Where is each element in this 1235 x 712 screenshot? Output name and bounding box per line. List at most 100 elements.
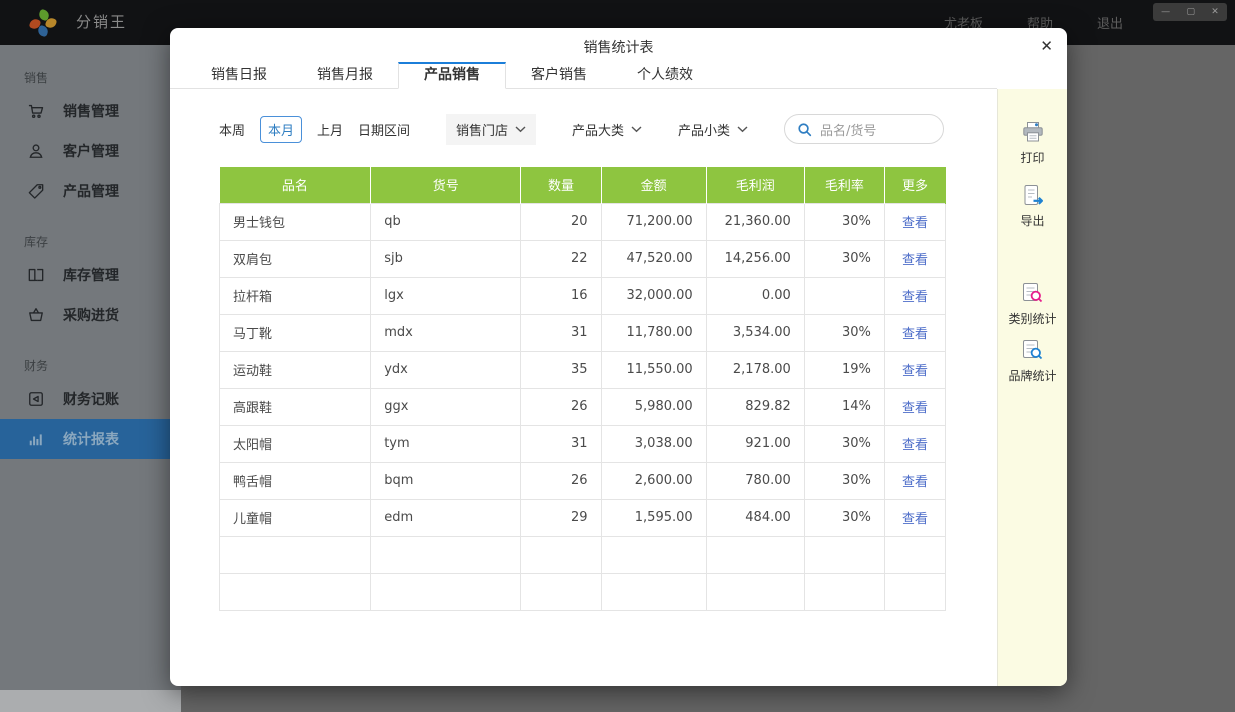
view-link[interactable]: 查看 (902, 512, 928, 527)
table-cell: 高跟鞋 (220, 388, 371, 425)
view-link[interactable]: 查看 (902, 253, 928, 268)
table-cell: 32,000.00 (601, 277, 706, 314)
quick-date-filters: 本周本月上月日期区间 (219, 116, 410, 143)
view-link[interactable]: 查看 (902, 401, 928, 416)
sidebar-item-label: 客户管理 (63, 141, 119, 161)
top-menu-logout[interactable]: 退出 (1097, 13, 1123, 32)
table-cell: 31 (521, 314, 601, 351)
quick-filter[interactable]: 本周 (219, 120, 245, 139)
table-cell: 22 (521, 240, 601, 277)
table-row: 双肩包sjb2247,520.0014,256.0030%查看 (220, 240, 946, 277)
table-cell: 829.82 (706, 388, 804, 425)
table-cell: 双肩包 (220, 240, 371, 277)
table-cell: 26 (521, 388, 601, 425)
view-link[interactable]: 查看 (902, 216, 928, 231)
action-品牌统计[interactable]: 品牌统计 (1008, 337, 1056, 384)
sidebar-menu: 销售销售管理客户管理产品管理库存库存管理采购进货财务财务记账统计报表 (0, 45, 181, 690)
table-cell-action: 查看 (884, 499, 945, 536)
table-empty-cell (220, 573, 371, 610)
window-close-icon[interactable]: ✕ (1211, 8, 1219, 17)
quick-filter[interactable]: 日期区间 (358, 120, 410, 139)
table-cell: 儿童帽 (220, 499, 371, 536)
table-cell: 拉杆箱 (220, 277, 371, 314)
table-header-金额: 金额 (601, 167, 706, 203)
table-cell: 30% (804, 425, 884, 462)
table-cell: bqm (371, 462, 521, 499)
view-link[interactable]: 查看 (902, 327, 928, 342)
table-cell: 太阳帽 (220, 425, 371, 462)
search-input[interactable]: 品名/货号 (784, 114, 944, 144)
dropdown-产品小类[interactable]: 产品小类 (678, 120, 748, 139)
table-empty-cell (804, 536, 884, 573)
dropdown-销售门店[interactable]: 销售门店 (446, 114, 536, 145)
sales-statistics-modal: 销售统计表 ✕ 销售日报销售月报产品销售客户销售个人绩效 本周本月上月日期区间 … (170, 28, 1067, 686)
product-sales-table: 品名货号数量金额毛利润毛利率更多 男士钱包qb2071,200.0021,360… (219, 167, 946, 611)
table-cell-action: 查看 (884, 240, 945, 277)
sidebar-section-label: 库存 (24, 229, 181, 255)
sidebar-item[interactable]: 采购进货 (0, 295, 181, 335)
filter-bar: 本周本月上月日期区间 销售门店 产品大类 产品小类 品名/货号 (219, 114, 944, 144)
table-cell: 3,534.00 (706, 314, 804, 351)
table-empty-cell (521, 536, 601, 573)
view-link[interactable]: 查看 (902, 364, 928, 379)
table-cell: tym (371, 425, 521, 462)
quick-filter-selected[interactable]: 本月 (260, 116, 302, 143)
tab-bar: 销售日报销售月报产品销售客户销售个人绩效 (186, 62, 718, 89)
search-icon (797, 122, 812, 137)
dropdown-label: 产品大类 (572, 120, 624, 139)
sidebar-item[interactable]: 财务记账 (0, 379, 181, 419)
view-link[interactable]: 查看 (902, 475, 928, 490)
action-label: 打印 (1020, 149, 1044, 166)
tab-item[interactable]: 个人绩效 (612, 62, 718, 89)
sidebar-item[interactable]: 销售管理 (0, 91, 181, 131)
table-empty-cell (371, 573, 521, 610)
action-类别统计[interactable]: 类别统计 (1008, 280, 1056, 327)
action-导出[interactable]: 导出 (1020, 182, 1046, 229)
quick-filter[interactable]: 上月 (317, 120, 343, 139)
table-header-row: 品名货号数量金额毛利润毛利率更多 (220, 167, 946, 203)
search-placeholder: 品名/货号 (820, 120, 876, 139)
tab-item[interactable]: 客户销售 (506, 62, 612, 89)
dropdown-产品大类[interactable]: 产品大类 (572, 120, 642, 139)
table-cell-action: 查看 (884, 425, 945, 462)
tab-item[interactable]: 销售日报 (186, 62, 292, 89)
table-header-毛利润: 毛利润 (706, 167, 804, 203)
table-cell: 30% (804, 314, 884, 351)
sidebar-item-label: 销售管理 (63, 101, 119, 121)
cart-icon (26, 101, 46, 121)
view-link[interactable]: 查看 (902, 438, 928, 453)
book-icon (26, 265, 46, 285)
close-icon[interactable]: ✕ (1040, 37, 1053, 55)
maximize-icon[interactable]: ▢ (1186, 8, 1195, 17)
sidebar-item[interactable]: 统计报表 (0, 419, 181, 459)
sidebar-item-label: 产品管理 (63, 181, 119, 201)
table-empty-cell (884, 536, 945, 573)
table-cell: 35 (521, 351, 601, 388)
view-link[interactable]: 查看 (902, 290, 928, 305)
action-打印[interactable]: 打印 (1020, 119, 1046, 166)
table-cell: ggx (371, 388, 521, 425)
dropdown-label: 销售门店 (456, 120, 508, 139)
chevron-down-icon (631, 126, 642, 133)
sidebar-item[interactable]: 产品管理 (0, 171, 181, 211)
table-row: 运动鞋ydx3511,550.002,178.0019%查看 (220, 351, 946, 388)
table-header-更多: 更多 (884, 167, 945, 203)
table-header-毛利率: 毛利率 (804, 167, 884, 203)
minimize-icon[interactable]: — (1161, 8, 1170, 17)
desktop-bottom-strip (0, 690, 181, 712)
table-row: 高跟鞋ggx265,980.00829.8214%查看 (220, 388, 946, 425)
sidebar-item[interactable]: 客户管理 (0, 131, 181, 171)
table-empty-cell (706, 573, 804, 610)
table-cell-action: 查看 (884, 203, 945, 240)
tab-active[interactable]: 产品销售 (398, 62, 506, 89)
table-cell-action: 查看 (884, 351, 945, 388)
app-title: 分销王 (76, 0, 127, 45)
table-cell-action: 查看 (884, 277, 945, 314)
table-empty-row (220, 536, 946, 573)
chevron-down-icon (737, 126, 748, 133)
sidebar-item[interactable]: 库存管理 (0, 255, 181, 295)
table-cell: 16 (521, 277, 601, 314)
table-empty-cell (706, 536, 804, 573)
table-cell: 0.00 (706, 277, 804, 314)
tab-item[interactable]: 销售月报 (292, 62, 398, 89)
